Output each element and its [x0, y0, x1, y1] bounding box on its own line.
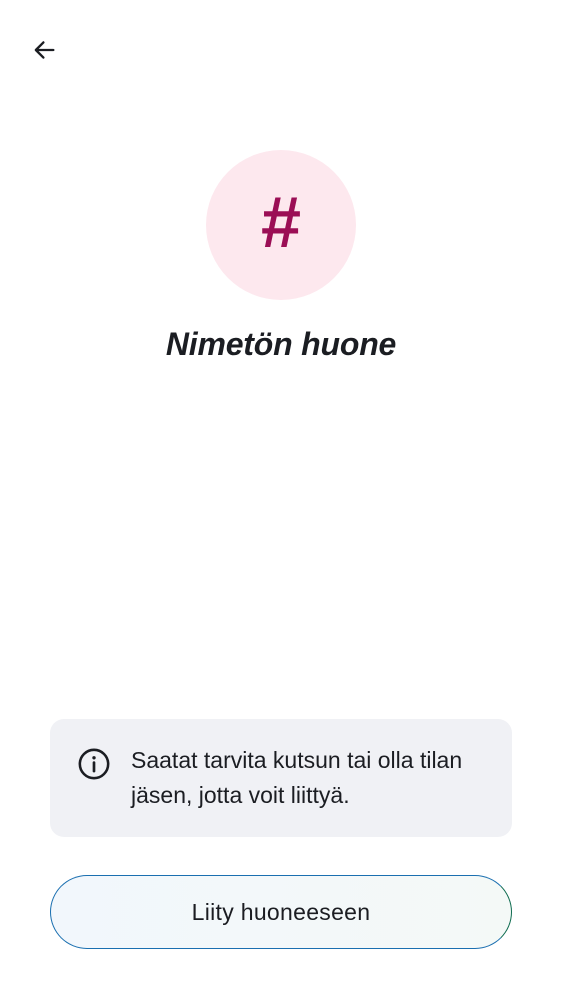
arrow-left-icon	[34, 41, 55, 59]
info-notice-text: Saatat tarvita kutsun tai olla tilan jäs…	[131, 747, 463, 808]
info-icon	[78, 748, 110, 780]
info-notice: Saatat tarvita kutsun tai olla tilan jäs…	[50, 719, 512, 837]
back-button[interactable]	[22, 28, 66, 72]
hash-icon: #	[260, 183, 302, 263]
join-room-button[interactable]: Liity huoneeseen	[50, 875, 512, 949]
room-avatar: #	[206, 150, 356, 300]
room-title: Nimetön huone	[165, 326, 397, 362]
